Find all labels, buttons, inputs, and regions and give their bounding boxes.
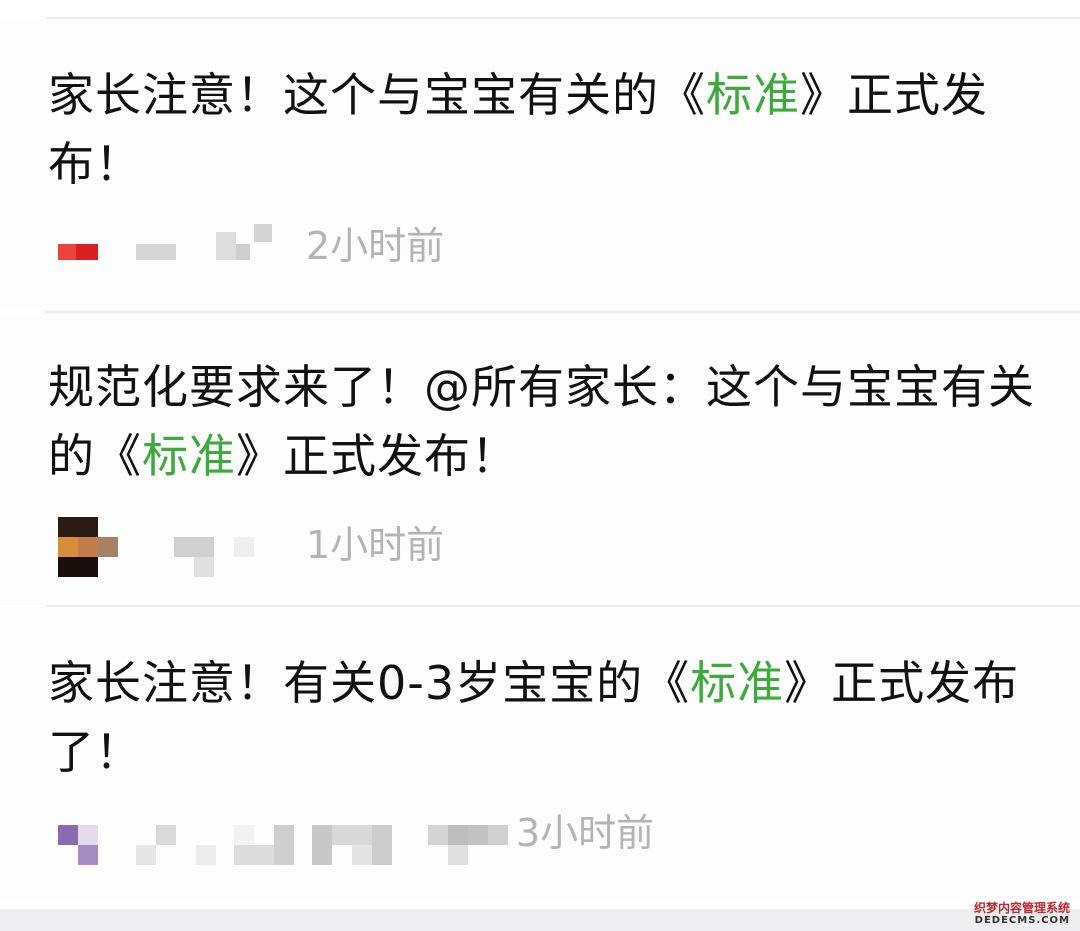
news-title-keyword: 标准 <box>690 656 785 710</box>
news-title-keyword: 标准 <box>706 68 800 122</box>
news-meta: 3小时前 <box>52 807 692 877</box>
news-list-item[interactable]: 家长注意！有关0-3岁宝宝的《标准》正式发布了！ 3小时前 <box>0 607 1080 899</box>
news-meta: 2小时前 <box>52 214 472 284</box>
news-title-keyword: 标准 <box>142 429 236 483</box>
news-title[interactable]: 家长注意！有关0-3岁宝宝的《标准》正式发布了！ <box>48 649 1058 787</box>
news-list-item[interactable]: 规范化要求来了！@所有家长：这个与宝宝有关的《标准》正式发布！ 1小时前 <box>0 313 1080 605</box>
news-title-text: 家长注意！这个与宝宝有关的《 <box>48 68 706 122</box>
publish-time: 2小时前 <box>306 224 445 268</box>
news-meta: 1小时前 <box>52 513 472 583</box>
news-title-text: 》正式发布！ <box>236 429 518 483</box>
news-list-item[interactable]: 家长注意！这个与宝宝有关的《标准》正式发布！ 2小时前 <box>0 19 1080 311</box>
watermark-line2: DEDECMS.COM <box>974 915 1070 926</box>
watermark-line1: 织梦内容管理系统 <box>973 901 1070 915</box>
publish-time: 1小时前 <box>306 523 445 567</box>
publish-time: 3小时前 <box>516 811 655 855</box>
news-title[interactable]: 家长注意！这个与宝宝有关的《标准》正式发布！ <box>48 61 1058 199</box>
news-title-text: 家长注意！有关0-3岁宝宝的《 <box>48 656 691 710</box>
bottom-bar <box>0 909 1080 931</box>
watermark: 织梦内容管理系统 DEDECMS.COM <box>974 901 1070 927</box>
news-title[interactable]: 规范化要求来了！@所有家长：这个与宝宝有关的《标准》正式发布！ <box>48 353 1058 491</box>
